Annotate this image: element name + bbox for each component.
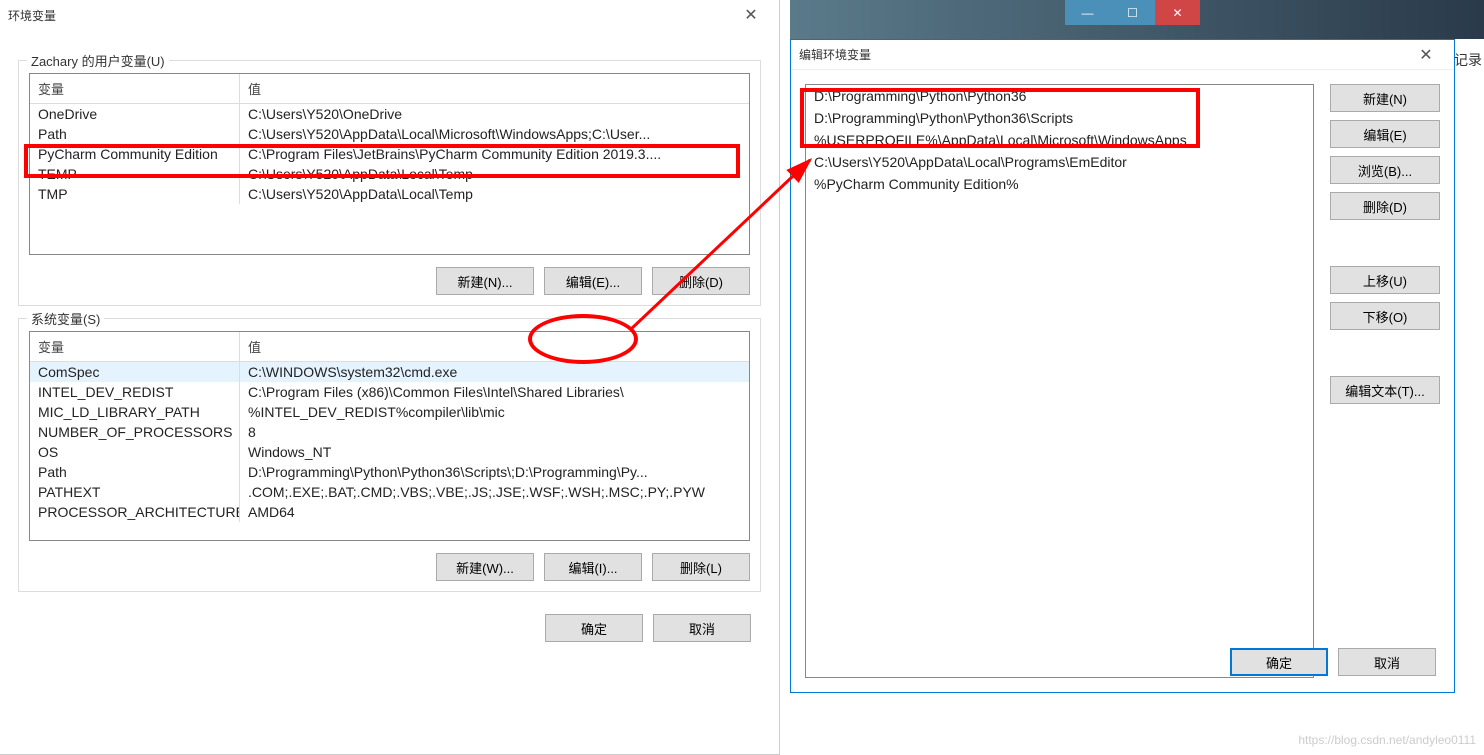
maximize-icon[interactable]: ☐ [1110,0,1155,25]
table-row[interactable]: PyCharm Community EditionC:\Program File… [30,144,749,164]
user-variables-group: Zachary 的用户变量(U) 变量 值 OneDriveC:\Users\Y… [18,60,761,306]
side-text: 记录 [1454,50,1482,70]
var-value: C:\WINDOWS\system32\cmd.exe [240,362,749,382]
close-icon[interactable]: ✕ [1155,0,1200,25]
table-row[interactable]: TEMPC:\Users\Y520\AppData\Local\Temp [30,164,749,184]
table-row[interactable]: OneDriveC:\Users\Y520\OneDrive [30,104,749,124]
table-row[interactable]: PROCESSOR_ARCHITECTUREAMD64 [30,502,749,522]
table-row[interactable]: PathD:\Programming\Python\Python36\Scrip… [30,462,749,482]
var-value: D:\Programming\Python\Python36\Scripts\;… [240,462,749,482]
var-name: INTEL_DEV_REDIST [30,382,240,402]
table-header: 变量 值 [30,332,749,362]
sys-edit-button[interactable]: 编辑(I)... [544,553,642,581]
var-name: Path [30,462,240,482]
var-name: TEMP [30,164,240,184]
edit-new-button[interactable]: 新建(N) [1330,84,1440,112]
col-name-header: 变量 [30,74,240,103]
env-cancel-button[interactable]: 取消 [653,614,751,642]
user-variables-table[interactable]: 变量 值 OneDriveC:\Users\Y520\OneDrivePathC… [29,73,750,255]
var-name: PyCharm Community Edition [30,144,240,164]
table-row[interactable]: ComSpecC:\WINDOWS\system32\cmd.exe [30,362,749,382]
table-row[interactable]: PathC:\Users\Y520\AppData\Local\Microsof… [30,124,749,144]
var-name: Path [30,124,240,144]
var-value: C:\Program Files\JetBrains\PyCharm Commu… [240,144,749,164]
user-edit-button[interactable]: 编辑(E)... [544,267,642,295]
var-name: TMP [30,184,240,204]
sys-new-button[interactable]: 新建(W)... [436,553,534,581]
window-controls-bg: — ☐ ✕ [1065,0,1200,25]
table-row[interactable]: TMPC:\Users\Y520\AppData\Local\Temp [30,184,749,204]
table-row[interactable]: NUMBER_OF_PROCESSORS8 [30,422,749,442]
col-value-header: 值 [240,332,749,361]
var-value: C:\Users\Y520\AppData\Local\Microsoft\Wi… [240,124,749,144]
edit-cancel-button[interactable]: 取消 [1338,648,1436,676]
var-name: MIC_LD_LIBRARY_PATH [30,402,240,422]
edit-edit-button[interactable]: 编辑(E) [1330,120,1440,148]
dialog-title: 编辑环境变量 [799,46,871,63]
dialog-title: 环境变量 [8,7,56,24]
edit-env-variable-dialog: 编辑环境变量 ✕ D:\Programming\Python\Python36D… [790,39,1455,693]
var-value: C:\Program Files (x86)\Common Files\Inte… [240,382,749,402]
var-value: 8 [240,422,749,442]
var-name: NUMBER_OF_PROCESSORS [30,422,240,442]
edit-delete-button[interactable]: 删除(D) [1330,192,1440,220]
var-name: PROCESSOR_ARCHITECTURE [30,502,240,522]
dialog-titlebar: 编辑环境变量 ✕ [791,40,1454,70]
col-name-header: 变量 [30,332,240,361]
var-name: ComSpec [30,362,240,382]
minimize-icon[interactable]: — [1065,0,1110,25]
var-value: Windows_NT [240,442,749,462]
path-list[interactable]: D:\Programming\Python\Python36D:\Program… [805,84,1314,678]
col-value-header: 值 [240,74,749,103]
var-value: .COM;.EXE;.BAT;.CMD;.VBS;.VBE;.JS;.JSE;.… [240,482,749,502]
list-item[interactable]: %PyCharm Community Edition% [806,173,1313,195]
list-item[interactable]: C:\Users\Y520\AppData\Local\Programs\EmE… [806,151,1313,173]
var-name: OneDrive [30,104,240,124]
list-item[interactable]: D:\Programming\Python\Python36\Scripts [806,107,1313,129]
var-value: C:\Users\Y520\AppData\Local\Temp [240,184,749,204]
watermark: https://blog.csdn.net/andyleo0111 [1298,733,1476,747]
edit-up-button[interactable]: 上移(U) [1330,266,1440,294]
table-row[interactable]: OSWindows_NT [30,442,749,462]
table-row[interactable]: INTEL_DEV_REDISTC:\Program Files (x86)\C… [30,382,749,402]
dialog-titlebar: 环境变量 ✕ [0,0,779,30]
edit-ok-button[interactable]: 确定 [1230,648,1328,676]
user-new-button[interactable]: 新建(N)... [436,267,534,295]
list-item[interactable]: D:\Programming\Python\Python36 [806,85,1313,107]
edit-browse-button[interactable]: 浏览(B)... [1330,156,1440,184]
var-value: %INTEL_DEV_REDIST%compiler\lib\mic [240,402,749,422]
var-value: C:\Users\Y520\OneDrive [240,104,749,124]
close-icon[interactable]: ✕ [731,5,771,25]
close-icon[interactable]: ✕ [1406,45,1446,65]
system-variables-group: 系统变量(S) 变量 值 ComSpecC:\WINDOWS\system32\… [18,318,761,592]
group-label-system: 系统变量(S) [27,309,104,328]
var-value: AMD64 [240,502,749,522]
edit-text-button[interactable]: 编辑文本(T)... [1330,376,1440,404]
system-variables-table[interactable]: 变量 值 ComSpecC:\WINDOWS\system32\cmd.exeI… [29,331,750,541]
table-header: 变量 值 [30,74,749,104]
table-row[interactable]: MIC_LD_LIBRARY_PATH%INTEL_DEV_REDIST%com… [30,402,749,422]
var-value: C:\Users\Y520\AppData\Local\Temp [240,164,749,184]
edit-down-button[interactable]: 下移(O) [1330,302,1440,330]
var-name: OS [30,442,240,462]
env-ok-button[interactable]: 确定 [545,614,643,642]
list-item[interactable]: %USERPROFILE%\AppData\Local\Microsoft\Wi… [806,129,1313,151]
sys-delete-button[interactable]: 删除(L) [652,553,750,581]
group-label-user: Zachary 的用户变量(U) [27,51,169,70]
var-name: PATHEXT [30,482,240,502]
env-variables-dialog: 环境变量 ✕ Zachary 的用户变量(U) 变量 值 OneDriveC:\… [0,0,780,755]
table-row[interactable]: PATHEXT.COM;.EXE;.BAT;.CMD;.VBS;.VBE;.JS… [30,482,749,502]
user-delete-button[interactable]: 删除(D) [652,267,750,295]
